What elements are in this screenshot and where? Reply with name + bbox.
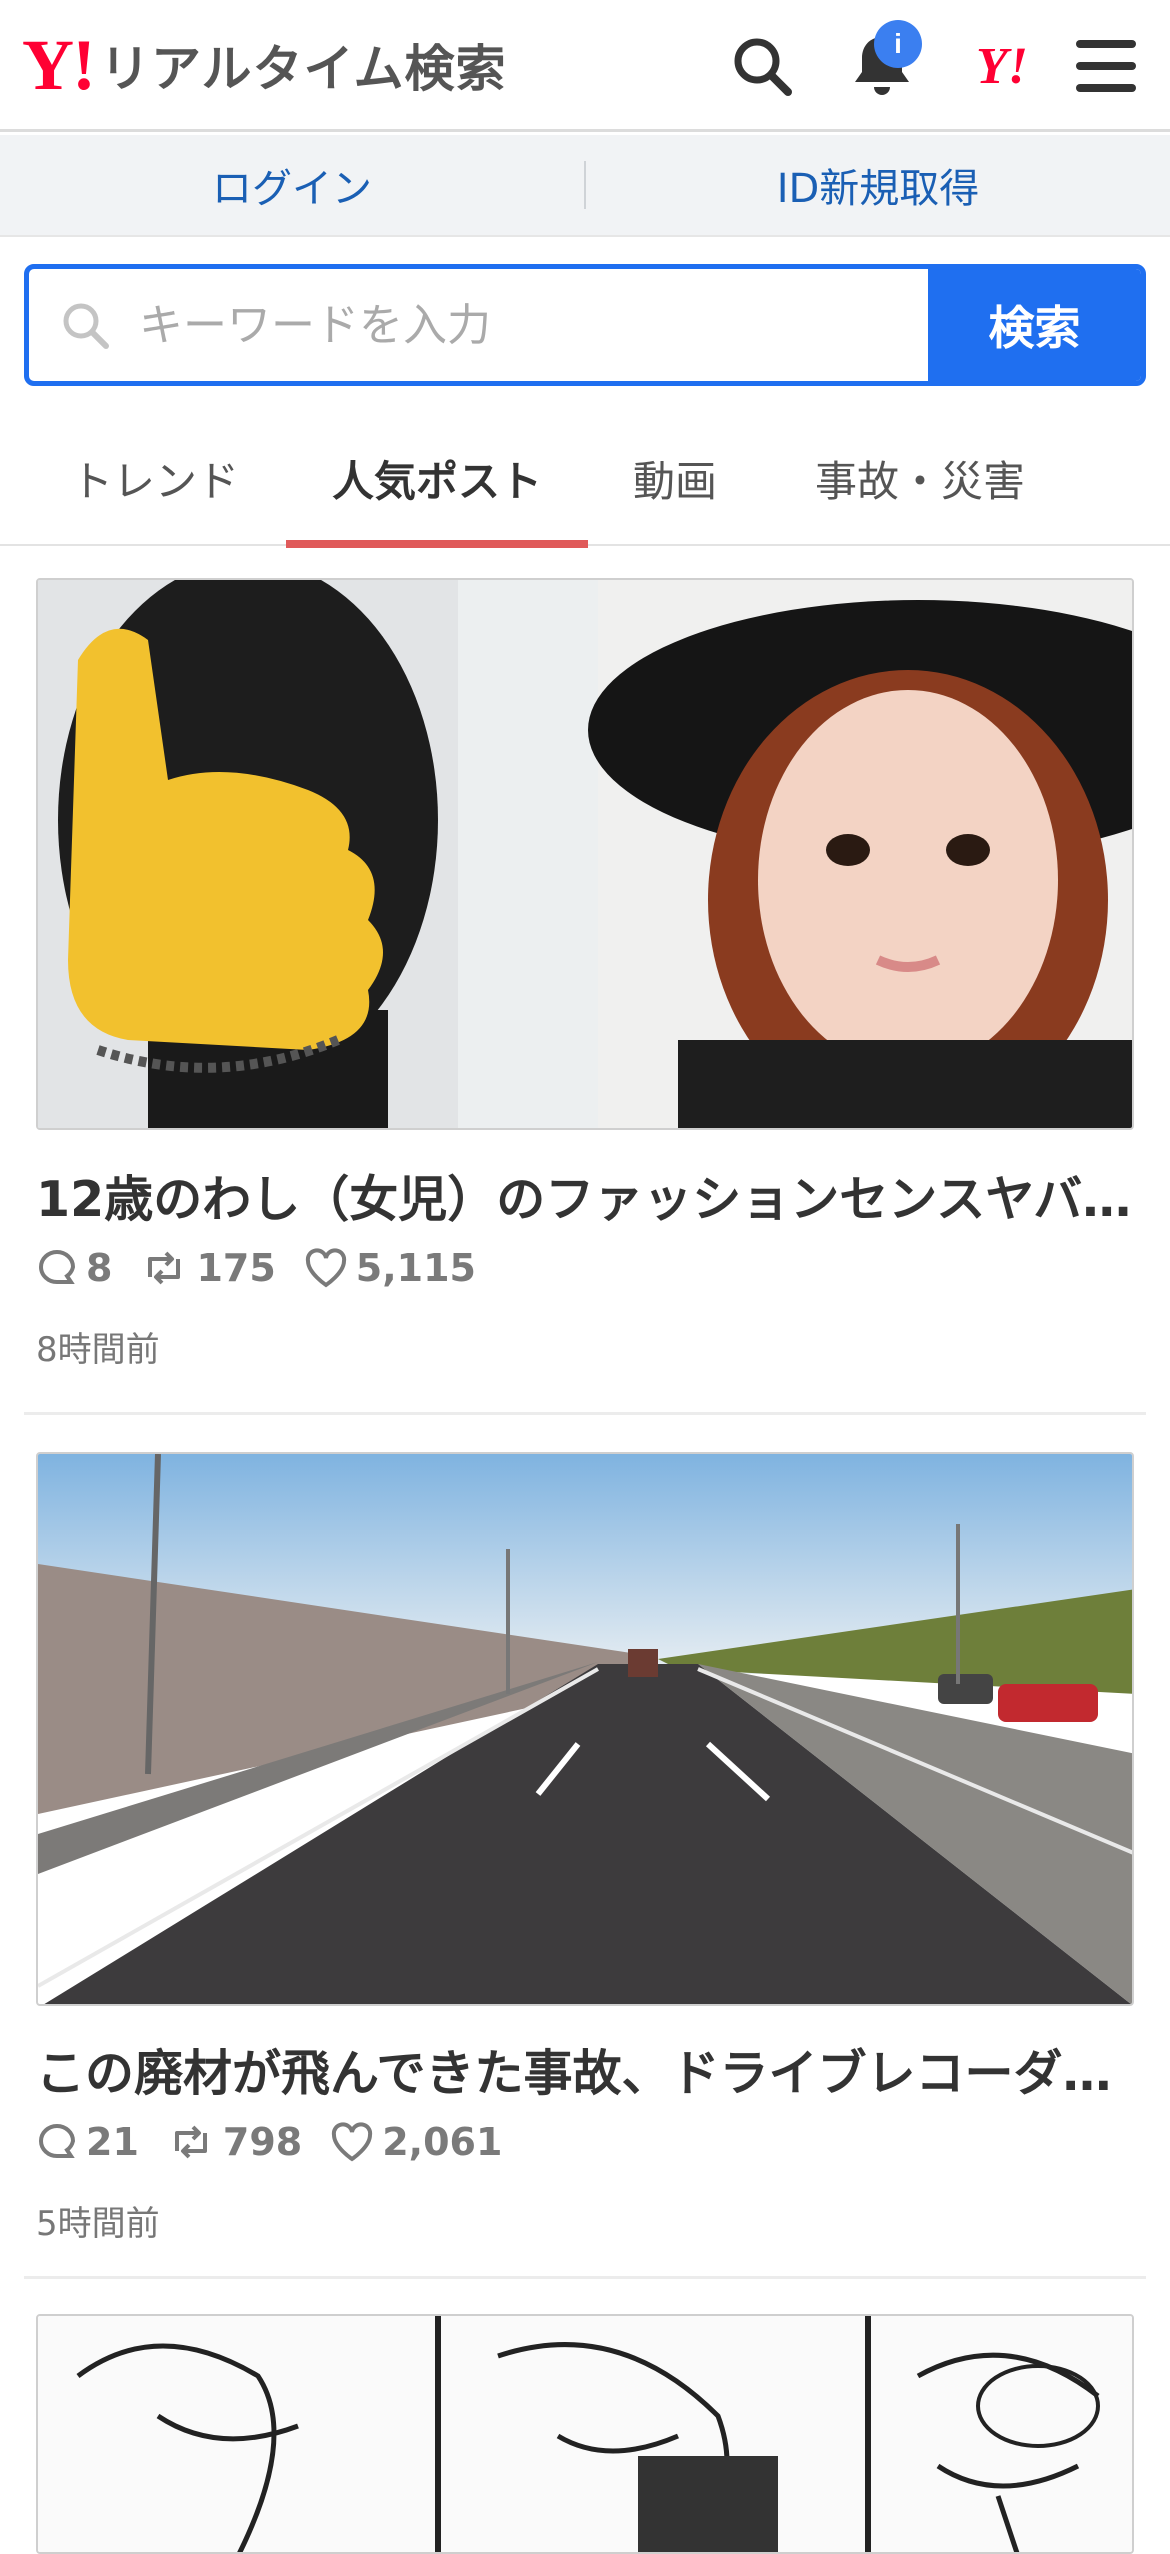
yahoo-logo-mark: Y! [22,25,96,105]
reply-count[interactable]: 8 [36,1246,112,1290]
notification-button[interactable]: i [840,20,924,108]
tab-video[interactable]: 動画 [600,410,750,546]
reply-icon [39,1249,76,1284]
site-logo[interactable]: Y! リアルタイム検索 [22,25,507,105]
search-button[interactable]: 検索 [928,269,1141,381]
post-image[interactable] [36,578,1134,1130]
tab-accident-disaster[interactable]: 事故・災害 [780,410,1060,546]
post-divider [24,2276,1146,2279]
menu-icon[interactable] [1064,24,1148,108]
repost-icon [148,1251,181,1285]
login-link[interactable]: ログイン [0,135,584,235]
repost-count[interactable]: 175 [140,1246,276,1290]
repost-count[interactable]: 798 [167,2120,302,2164]
post-stats: 21 798 2,061 [36,2120,530,2164]
search-field-icon [63,303,109,349]
like-icon [305,1248,346,1288]
reply-icon [39,2123,76,2158]
app-header: Y! リアルタイム検索 i Y! [0,0,1170,132]
yahoo-home-link[interactable]: Y! [960,24,1044,108]
register-link[interactable]: ID新規取得 [586,135,1170,235]
post-image[interactable] [36,1452,1134,2006]
category-tabs: トレンド 人気ポスト 動画 事故・災害 [0,410,1170,548]
post-card[interactable]: この廃材が飛んできた事故、ドライブレコーダ… 21 798 2,061 5時間前 [36,1452,1134,2244]
repost-icon [174,2125,207,2159]
yahoo-icon: Y! [976,37,1028,95]
post-stats: 8 175 5,115 [36,1246,504,1290]
search-input[interactable] [137,298,837,352]
like-count[interactable]: 5,115 [304,1246,476,1290]
post-title[interactable]: 12歳のわし（女児）のファッションセンスヤバ… [36,1160,1134,1231]
like-icon [332,2122,373,2162]
post-title[interactable]: この廃材が飛んできた事故、ドライブレコーダ… [36,2034,1134,2105]
reply-count[interactable]: 21 [36,2120,139,2164]
post-image[interactable] [36,2314,1134,2554]
search-bar: 検索 [24,264,1146,386]
account-bar: ログイン ID新規取得 [0,135,1170,237]
site-title: リアルタイム検索 [99,40,507,98]
active-tab-indicator [286,540,588,548]
tab-trend[interactable]: トレンド [40,410,270,546]
post-card[interactable]: 12歳のわし（女児）のファッションセンスヤバ… 8 175 5,115 8時間前 [36,578,1134,1370]
notification-badge: i [874,20,922,68]
search-icon[interactable] [720,24,804,108]
post-divider [24,1412,1146,1415]
post-time: 5時間前 [36,2204,160,2244]
post-card[interactable] [36,2314,1134,2554]
post-time: 8時間前 [36,1330,160,1370]
like-count[interactable]: 2,061 [330,2120,502,2164]
tab-popular-posts[interactable]: 人気ポスト [286,410,588,548]
